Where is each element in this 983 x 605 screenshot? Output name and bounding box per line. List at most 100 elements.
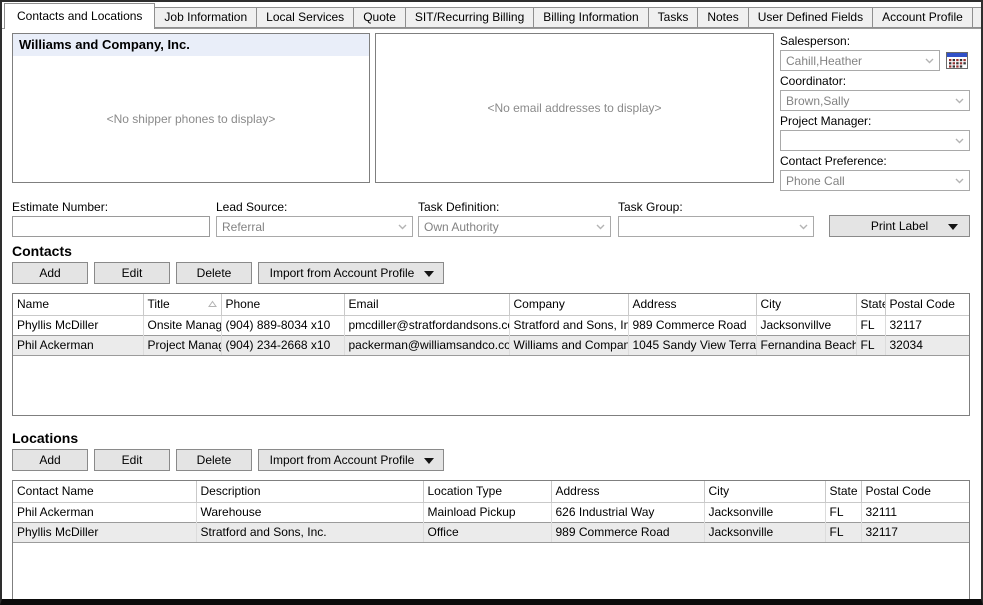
contacts-grid: Name Title Phone Email Company Address C…: [12, 293, 970, 416]
location-row[interactable]: Phyllis McDiller Stratford and Sons, Inc…: [13, 522, 969, 542]
estimate-number-input[interactable]: [12, 216, 210, 237]
locations-import-button[interactable]: Import from Account Profile: [258, 449, 444, 471]
contact-cell-company[interactable]: Williams and Company, Inc.: [509, 335, 628, 355]
locations-section-title: Locations: [12, 430, 970, 446]
contact-cell-company[interactable]: Stratford and Sons, Inc.: [509, 315, 628, 335]
tab-content: Williams and Company, Inc. <No shipper p…: [2, 29, 981, 605]
locations-delete-button[interactable]: Delete: [176, 449, 252, 471]
contact-cell-city[interactable]: Jacksonvillve: [756, 315, 856, 335]
column-header-address[interactable]: Address: [628, 294, 756, 315]
contact-cell-title[interactable]: Onsite Manager: [143, 315, 221, 335]
coordinator-label: Coordinator:: [780, 74, 970, 88]
tab-user-defined-fields[interactable]: User Defined Fields: [748, 7, 873, 28]
location-cell-city[interactable]: Jacksonville: [704, 502, 825, 522]
tab-billing-information[interactable]: Billing Information: [533, 7, 648, 28]
contact-cell-email[interactable]: packerman@williamsandco.com: [344, 335, 509, 355]
locations-toolbar: Add Edit Delete Import from Account Prof…: [12, 449, 970, 471]
calendar-icon: [946, 52, 968, 69]
contact-cell-state[interactable]: FL: [856, 335, 885, 355]
location-cell-postal[interactable]: 32111: [861, 502, 969, 522]
contacts-section-title: Contacts: [12, 243, 970, 259]
location-cell-postal[interactable]: 32117: [861, 522, 969, 542]
task-group-field: Task Group:: [618, 199, 814, 237]
location-cell-contact-name[interactable]: Phyllis McDiller: [13, 522, 196, 542]
column-header-phone[interactable]: Phone: [221, 294, 344, 315]
location-cell-description[interactable]: Stratford and Sons, Inc.: [196, 522, 423, 542]
column-header-location-type[interactable]: Location Type: [423, 481, 551, 502]
contact-cell-city[interactable]: Fernandina Beach: [756, 335, 856, 355]
contact-row[interactable]: Phyllis McDiller Onsite Manager (904) 88…: [13, 315, 969, 335]
locations-grid: Contact Name Description Location Type A…: [12, 480, 970, 605]
location-cell-state[interactable]: FL: [825, 522, 861, 542]
locations-edit-button[interactable]: Edit: [94, 449, 170, 471]
email-addresses-list[interactable]: <No email addresses to display>: [375, 33, 774, 183]
contacts-delete-button[interactable]: Delete: [176, 262, 252, 284]
contact-row[interactable]: Phil Ackerman Project Manager (904) 234-…: [13, 335, 969, 355]
column-header-description[interactable]: Description: [196, 481, 423, 502]
task-definition-select[interactable]: Own Authority: [418, 216, 611, 237]
salesperson-calendar-button[interactable]: [946, 52, 968, 69]
column-header-name[interactable]: Name: [13, 294, 143, 315]
tab-tasks[interactable]: Tasks: [648, 7, 699, 28]
locations-header-row: Contact Name Description Location Type A…: [13, 481, 969, 502]
location-cell-address[interactable]: 989 Commerce Road: [551, 522, 704, 542]
contact-cell-title[interactable]: Project Manager: [143, 335, 221, 355]
contacts-edit-button[interactable]: Edit: [94, 262, 170, 284]
column-header-postal-code[interactable]: Postal Code: [885, 294, 969, 315]
task-group-select[interactable]: [618, 216, 814, 237]
tab-local-services[interactable]: Local Services: [256, 7, 354, 28]
location-row[interactable]: Phil Ackerman Warehouse Mainload Pickup …: [13, 502, 969, 522]
contacts-add-button[interactable]: Add: [12, 262, 88, 284]
column-header-contact-name[interactable]: Contact Name: [13, 481, 196, 502]
tab-notes[interactable]: Notes: [697, 7, 748, 28]
locations-add-button[interactable]: Add: [12, 449, 88, 471]
location-cell-location-type[interactable]: Mainload Pickup: [423, 502, 551, 522]
column-header-title[interactable]: Title: [143, 294, 221, 315]
location-cell-state[interactable]: FL: [825, 502, 861, 522]
location-cell-city[interactable]: Jacksonville: [704, 522, 825, 542]
column-header-address[interactable]: Address: [551, 481, 704, 502]
location-cell-address[interactable]: 626 Industrial Way: [551, 502, 704, 522]
contacts-import-button[interactable]: Import from Account Profile: [258, 262, 444, 284]
column-header-city[interactable]: City: [756, 294, 856, 315]
location-cell-contact-name[interactable]: Phil Ackerman: [13, 502, 196, 522]
contact-cell-postal[interactable]: 32117: [885, 315, 969, 335]
lead-source-select[interactable]: Referral: [216, 216, 413, 237]
print-label-button[interactable]: Print Label: [829, 215, 970, 237]
column-header-email[interactable]: Email: [344, 294, 509, 315]
shipper-phones-list[interactable]: Williams and Company, Inc. <No shipper p…: [12, 33, 370, 183]
dropdown-arrow-icon: [948, 224, 958, 230]
column-header-postal-code[interactable]: Postal Code: [861, 481, 969, 502]
contact-cell-name[interactable]: Phil Ackerman: [13, 335, 143, 355]
chevron-down-icon: [799, 224, 808, 230]
contact-cell-phone[interactable]: (904) 889-8034 x10: [221, 315, 344, 335]
column-header-state[interactable]: State: [825, 481, 861, 502]
column-header-state[interactable]: State: [856, 294, 885, 315]
salesperson-select[interactable]: Cahill,Heather: [780, 50, 940, 71]
contact-cell-address[interactable]: 989 Commerce Road: [628, 315, 756, 335]
chevron-down-icon: [955, 98, 964, 104]
location-cell-location-type[interactable]: Office: [423, 522, 551, 542]
contact-cell-address[interactable]: 1045 Sandy View Terrace: [628, 335, 756, 355]
contact-cell-phone[interactable]: (904) 234-2668 x10: [221, 335, 344, 355]
contact-preference-label: Contact Preference:: [780, 154, 970, 168]
contacts-toolbar: Add Edit Delete Import from Account Prof…: [12, 262, 970, 284]
tab-account-profile[interactable]: Account Profile: [872, 7, 973, 28]
location-cell-description[interactable]: Warehouse: [196, 502, 423, 522]
contact-cell-email[interactable]: pmcdiller@stratfordandsons.com: [344, 315, 509, 335]
project-manager-select[interactable]: [780, 130, 970, 151]
coordinator-select[interactable]: Brown,Sally: [780, 90, 970, 111]
tab-quote[interactable]: Quote: [353, 7, 406, 28]
contact-cell-postal[interactable]: 32034: [885, 335, 969, 355]
column-header-city[interactable]: City: [704, 481, 825, 502]
tab-contacts-and-locations[interactable]: Contacts and Locations: [4, 3, 155, 29]
contact-cell-state[interactable]: FL: [856, 315, 885, 335]
contact-preference-select[interactable]: Phone Call: [780, 170, 970, 191]
tab-job-information[interactable]: Job Information: [154, 7, 257, 28]
shipper-name-header: Williams and Company, Inc.: [13, 34, 369, 56]
contact-cell-name[interactable]: Phyllis McDiller: [13, 315, 143, 335]
project-manager-label: Project Manager:: [780, 114, 970, 128]
tab-sit-recurring-billing[interactable]: SIT/Recurring Billing: [405, 7, 534, 28]
column-header-company[interactable]: Company: [509, 294, 628, 315]
tab-agents[interactable]: Agents: [972, 7, 983, 28]
